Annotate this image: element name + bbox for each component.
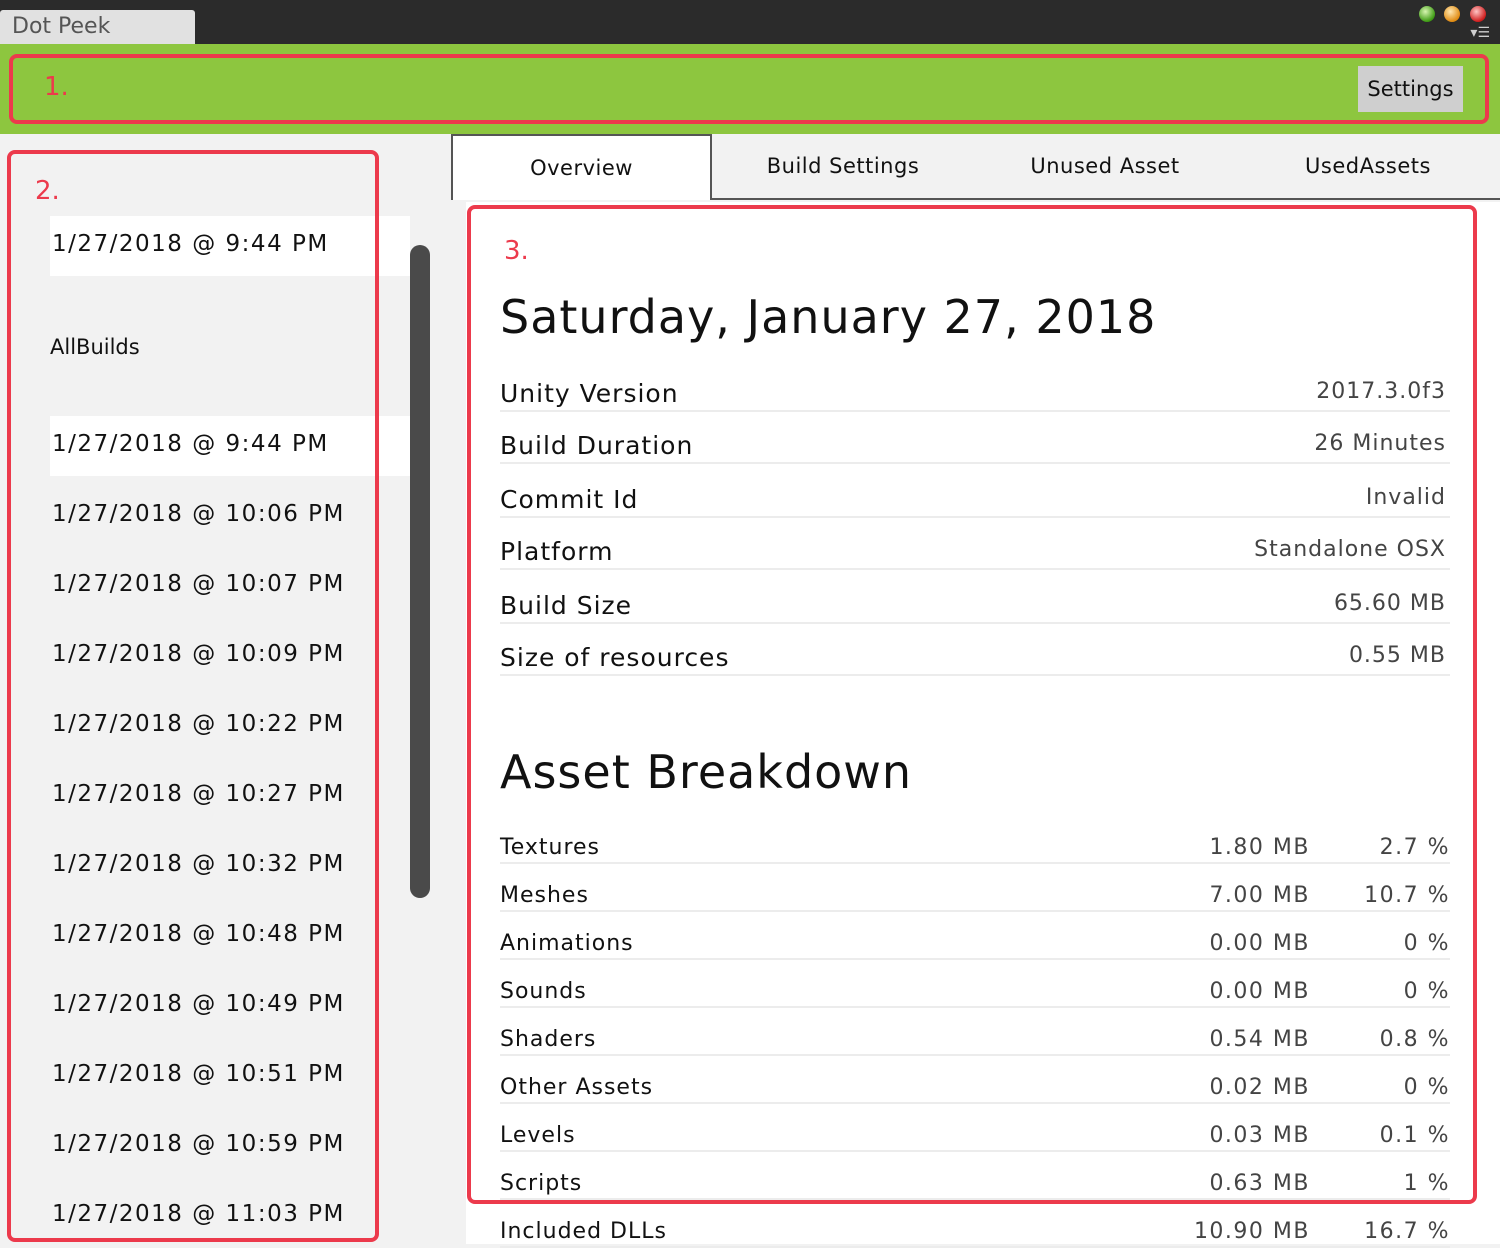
annotation-label-3: 3.: [504, 236, 529, 266]
annotation-box-1: [9, 54, 1489, 124]
asset-percent: 16.7 %: [1364, 1219, 1450, 1244]
tab-build-settings[interactable]: Build Settings: [712, 134, 974, 200]
tab-unused-asset-label: Unused Asset: [1030, 154, 1180, 178]
tab-bar: Overview Build Settings Unused Asset Use…: [451, 134, 1500, 200]
annotation-box-3: [467, 205, 1477, 1204]
tab-used-assets-label: UsedAssets: [1305, 154, 1431, 178]
minimize-button[interactable]: [1444, 6, 1460, 22]
window-tab[interactable]: Dot Peek: [0, 10, 195, 44]
annotation-box-2: [7, 150, 379, 1242]
close-button[interactable]: [1470, 6, 1486, 22]
tab-overview[interactable]: Overview: [451, 134, 712, 200]
annotation-label-1: 1.: [44, 72, 69, 102]
asset-name: Included DLLs: [500, 1219, 667, 1244]
annotation-label-2: 2.: [35, 176, 60, 206]
tab-used-assets[interactable]: UsedAssets: [1236, 134, 1500, 200]
window-menu-icon[interactable]: ▾☰: [1462, 26, 1490, 40]
asset-size: 10.90 MB: [1193, 1219, 1310, 1244]
tab-overview-label: Overview: [530, 156, 633, 180]
window-title: Dot Peek: [12, 14, 111, 39]
maximize-button[interactable]: [1419, 6, 1435, 22]
asset-row: Included DLLs 10.90 MB 16.7 %: [500, 1214, 1450, 1248]
sidebar-scrollbar[interactable]: [410, 245, 430, 898]
tab-unused-asset[interactable]: Unused Asset: [974, 134, 1236, 200]
window-titlebar: Dot Peek ▾☰: [0, 0, 1500, 44]
tab-build-settings-label: Build Settings: [766, 154, 920, 178]
